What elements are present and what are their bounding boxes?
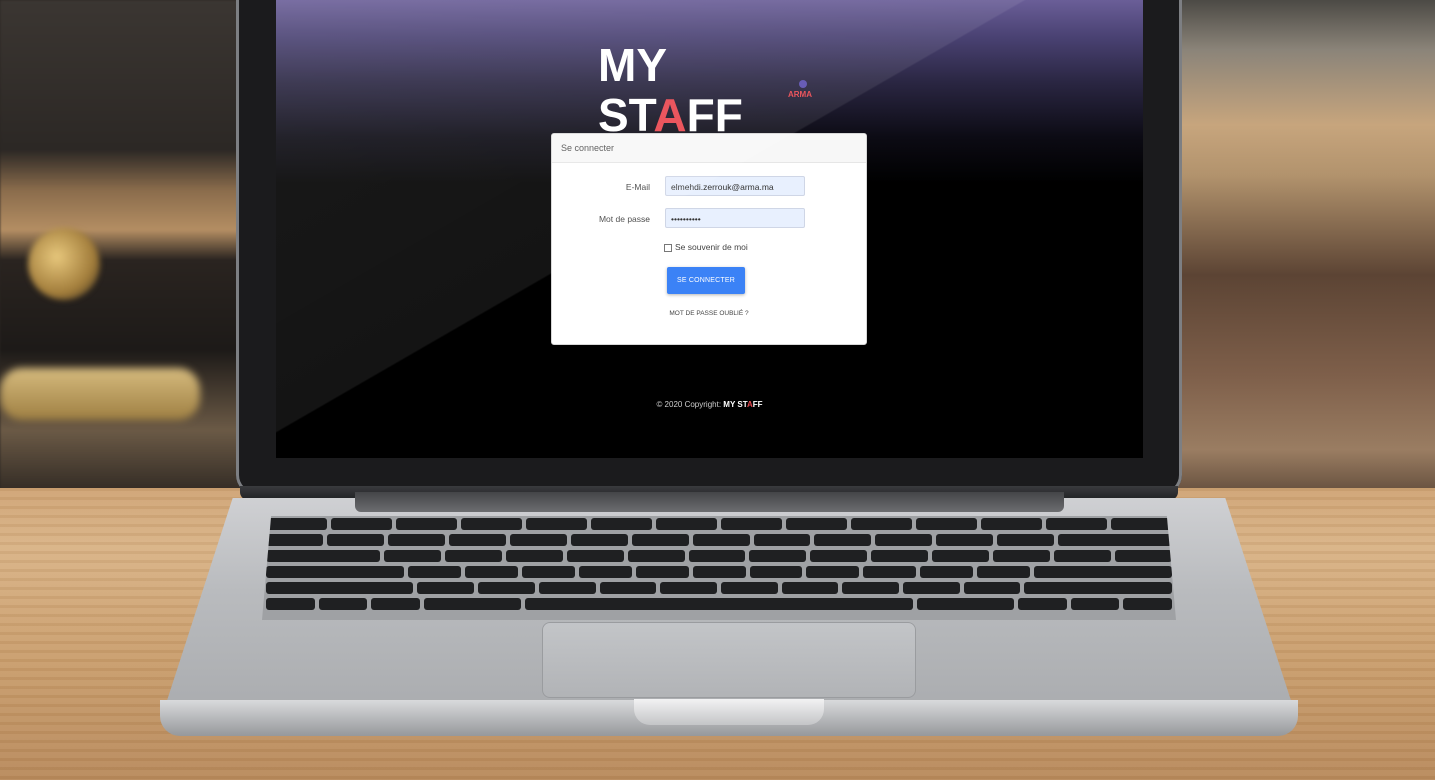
logo-subtitle: ARMA [788, 90, 812, 99]
background-rail [0, 368, 200, 420]
footer-brand: MY STAFF [723, 400, 763, 409]
app-logo: MY STAFF [598, 39, 743, 141]
password-row: Mot de passe •••••••••• [552, 208, 866, 230]
laptop-screen: MY STAFF ARMA Se connecter E-Mail elmehd… [276, 0, 1143, 458]
email-label: E-Mail [625, 182, 650, 192]
logo-dot-icon [799, 80, 807, 88]
remember-me[interactable]: Se souvenir de moi [664, 241, 748, 253]
remember-checkbox[interactable] [664, 243, 672, 252]
laptop-vent [355, 492, 1064, 512]
footer-copyright: © 2020 Copyright: [656, 400, 722, 409]
footer: © 2020 Copyright: MY STAFF [276, 400, 1143, 409]
keyboard [262, 516, 1176, 620]
login-button[interactable]: SE CONNECTER [667, 267, 745, 294]
laptop-notch [634, 699, 824, 725]
email-field[interactable]: elmehdi.zerrouk@arma.ma [665, 176, 805, 196]
remember-label: Se souvenir de moi [675, 242, 748, 252]
trackpad [542, 622, 916, 698]
forgot-password-link[interactable]: MOT DE PASSE OUBLIÉ ? [552, 310, 866, 317]
login-card: Se connecter E-Mail elmehdi.zerrouk@arma… [551, 133, 867, 345]
email-row: E-Mail elmehdi.zerrouk@arma.ma [552, 176, 866, 198]
background-shelf [1175, 0, 1435, 500]
password-field[interactable]: •••••••••• [665, 208, 805, 228]
login-card-header: Se connecter [552, 134, 866, 163]
password-label: Mot de passe [598, 214, 650, 224]
background-knob [28, 228, 100, 300]
